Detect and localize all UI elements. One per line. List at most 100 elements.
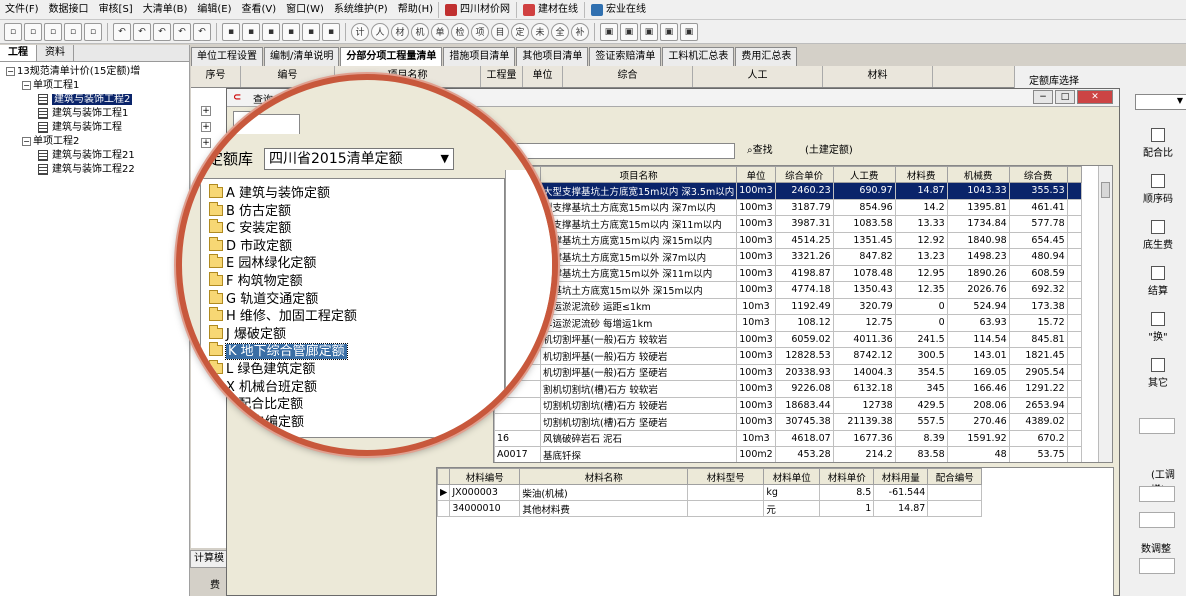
doc-tab-6[interactable]: 工料机汇总表 (662, 47, 735, 66)
scroll-thumb[interactable] (1101, 182, 1110, 198)
filter-icon[interactable]: ▪ (302, 22, 320, 41)
quota-row[interactable]: 型支撑基坑土方底宽15m以内 深7m以内 100m3 3187.79 854.96 14… (494, 198, 1082, 216)
quota-row[interactable]: 切割机切割坑(槽)石方 坚硬岩 100m3 30745.38 21139.38 557.… (494, 413, 1082, 431)
doc-tab-5[interactable]: 签证索赔清单 (589, 47, 662, 66)
quota-category-item[interactable]: Y 配合比定额 (209, 395, 303, 413)
quota-col-header[interactable]: 机械费 (946, 166, 1010, 183)
side-button-0[interactable]: 配合比 (1129, 128, 1186, 159)
quota-category-item[interactable]: A 建筑与装饰定额 (209, 184, 330, 202)
side-button-1[interactable]: 顺序码 (1129, 174, 1186, 205)
quota-category-item[interactable]: G 轨道交通定额 (209, 289, 318, 308)
paste-icon[interactable]: ↶ (193, 22, 211, 41)
help-book-icon[interactable]: ▣ (680, 22, 698, 41)
quota-row[interactable]: A0017 基底钎探 100m2 453.28 214.2 83.58 48 53.75 (494, 446, 1082, 462)
side-button-4[interactable]: "换" (1129, 312, 1186, 343)
tree-node[interactable]: 建筑与装饰工程2 (0, 93, 189, 107)
quota-row[interactable]: 支撑基坑土方底宽15m以外 深7m以内 100m3 3321.26 847.82 13.… (494, 248, 1082, 266)
quota-category-item[interactable]: 用户自编定额 (209, 412, 304, 431)
quota-col-header[interactable]: 人工费 (832, 166, 896, 183)
cut-icon[interactable]: ↶ (153, 22, 171, 41)
menu-item-5[interactable]: 查看(V) (237, 0, 282, 20)
sort-icon[interactable]: ▪ (262, 22, 280, 41)
doc-tab-3[interactable]: 措施项目清单 (443, 47, 516, 66)
adjust-input-3[interactable] (1139, 512, 1175, 528)
settings-icon[interactable]: ▪ (322, 22, 340, 41)
quota-row[interactable]: 机切割坪基(一般)石方 较硬岩 100m3 12828.53 8742.12 300.5… (494, 347, 1082, 365)
menu-item-0[interactable]: 文件(F) (0, 0, 44, 20)
doc-tab-0[interactable]: 单位工程设置 (191, 47, 263, 66)
quota-lib-select[interactable]: ▼ (1135, 94, 1186, 110)
toolbar-toggle-9[interactable]: 未 (531, 22, 549, 41)
menu-item-4[interactable]: 编辑(E) (192, 0, 236, 20)
copy-icon[interactable]: ↶ (173, 22, 191, 41)
calc-template-tab[interactable]: 计算模 (190, 550, 230, 568)
quota-category-item[interactable]: B 仿古定额 (209, 201, 291, 220)
menu-item-8[interactable]: 帮助(H) (393, 0, 438, 20)
toolbar-toggle-8[interactable]: 定 (511, 22, 529, 41)
toolbar-toggle-1[interactable]: 人 (371, 22, 389, 41)
toolbar-toggle-5[interactable]: 检 (451, 22, 469, 41)
toolbar-toggle-11[interactable]: 补 (571, 22, 589, 41)
side-button-3[interactable]: 结算 (1129, 266, 1186, 297)
doc-tab-2[interactable]: 分部分项工程量清单 (340, 47, 443, 66)
menu-item-2[interactable]: 审核[S] (94, 0, 138, 20)
collapse-icon[interactable]: − (6, 66, 15, 76)
toolbar-toggle-7[interactable]: 目 (491, 22, 509, 41)
toolbar-toggle-0[interactable]: 计 (351, 22, 369, 41)
tree-node[interactable]: − 单项工程2 (0, 135, 189, 149)
side-button-2[interactable]: 底生费 (1129, 220, 1186, 251)
tree-node[interactable]: − 单项工程1 (0, 79, 189, 93)
adjust-input-1[interactable] (1139, 418, 1175, 434)
menu-item-3[interactable]: 大清单(B) (138, 0, 193, 20)
tree-node[interactable]: 建筑与装饰工程1 (0, 107, 189, 121)
view-icon[interactable]: ▣ (600, 22, 618, 41)
menu-link-2[interactable]: 宏业在线 (584, 1, 652, 18)
find-button[interactable]: ⌕查找 (747, 143, 773, 159)
quota-col-header[interactable]: 单位 (736, 166, 776, 183)
quota-col-header[interactable]: 项目名称 (539, 166, 738, 183)
side-button-5[interactable]: 其它 (1129, 358, 1186, 389)
quota-row[interactable]: 支撑基坑土方底宽15m以外 深11m以内 100m3 4198.87 1078.48 1… (494, 264, 1082, 282)
undo-icon[interactable]: ↶ (113, 22, 131, 41)
doc-tab-1[interactable]: 编制/清单说明 (264, 47, 340, 66)
adjust-input-2[interactable] (1139, 486, 1175, 502)
excel-icon[interactable]: ▣ (640, 22, 658, 41)
quota-category-item[interactable]: X 机械台班定额 (209, 377, 317, 396)
tree-node[interactable]: 建筑与装饰工程 (0, 121, 189, 135)
menu-link-0[interactable]: 四川材价网 (438, 1, 516, 18)
quota-row[interactable]: 切割机切割坑(槽)石方 较硬岩 100m3 18683.44 12738 429.5 20… (494, 396, 1082, 414)
insert-icon[interactable]: ▪ (222, 22, 240, 41)
quota-row[interactable]: 车运淤泥流砂 每增运1km 10m3 108.12 12.75 0 63.93 15.72 (494, 314, 1082, 332)
quota-category-item[interactable]: C 安装定额 (209, 219, 291, 237)
toolbar-toggle-2[interactable]: 材 (391, 22, 409, 41)
menu-link-1[interactable]: 建材在线 (516, 1, 584, 18)
calc-icon[interactable]: ▪ (282, 22, 300, 41)
quota-row[interactable]: 车运淤泥流砂 运距≤1km 10m3 1192.49 320.79 0 524.94 173… (494, 297, 1082, 315)
minimize-button[interactable]: − (1033, 90, 1053, 104)
menu-item-1[interactable]: 数据接口 (44, 0, 94, 20)
quota-col-header[interactable]: 综合单价 (774, 166, 834, 183)
quota-category-item[interactable]: H 维修、加固工程定额 (209, 307, 357, 325)
toolbar-toggle-6[interactable]: 项 (471, 22, 489, 41)
tab-materials[interactable]: 资料 (37, 45, 74, 61)
quota-col-header[interactable]: 综合费 (1008, 166, 1068, 183)
material-row[interactable]: ▶ JX000003 柴油(机械) kg 8.5 -61.544 (436, 484, 983, 501)
menu-item-7[interactable]: 系统维护(P) (329, 0, 393, 20)
close-button[interactable]: ✕ (1077, 90, 1113, 104)
quota-row[interactable]: 支撑基坑土方底宽15m以内 深15m以内 100m3 4514.25 1351.45 1… (494, 231, 1082, 249)
grid-icon[interactable]: ▣ (620, 22, 638, 41)
quota-row[interactable]: 16 风镐破碎岩石 泥石 10m3 4618.07 1677.36 8.39 1591.92… (494, 429, 1082, 447)
quota-row[interactable]: 撑基坑土方底宽15m以外 深15m以内 100m3 4774.18 1350.43 12… (494, 281, 1082, 299)
delete-icon[interactable]: ▪ (242, 22, 260, 41)
print-icon[interactable]: ▫ (84, 22, 102, 41)
maximize-button[interactable]: □ (1055, 90, 1075, 104)
tree-node[interactable]: 建筑与装饰工程21 (0, 149, 189, 163)
quota-grid-scrollbar[interactable] (1098, 166, 1112, 462)
material-row[interactable]: 34000010 其他材料费 元 1 14.87 (436, 500, 983, 517)
quota-row[interactable]: 机切割坪基(一般)石方 坚硬岩 100m3 20338.93 14004.3 354.5… (494, 363, 1082, 381)
collapse-icon[interactable]: − (22, 80, 31, 90)
quota-category-item[interactable]: K 地下综合管廊定额 (209, 342, 348, 361)
open-folder-icon[interactable]: ▫ (24, 22, 42, 41)
toolbar-toggle-10[interactable]: 全 (551, 22, 569, 41)
quota-category-item[interactable]: J 爆破定额 (209, 324, 286, 343)
